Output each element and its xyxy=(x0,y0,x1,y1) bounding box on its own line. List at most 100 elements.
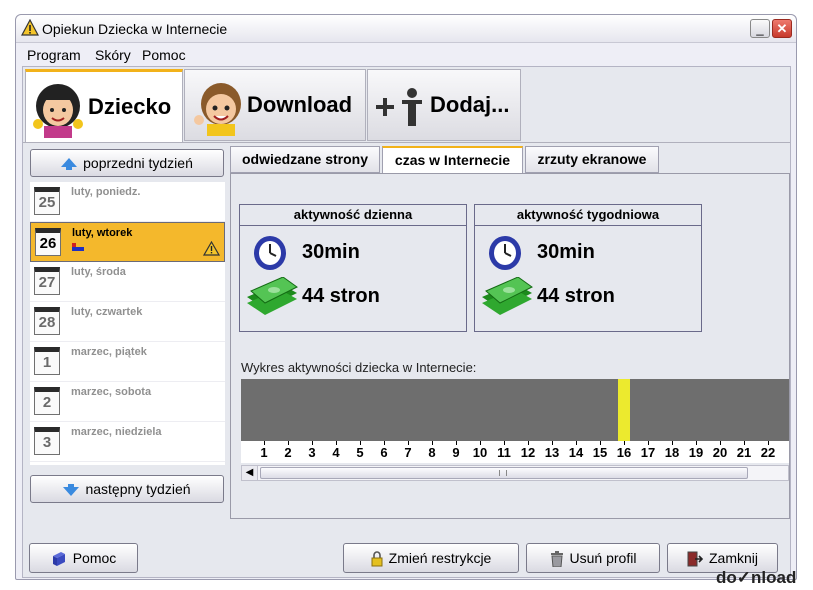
axis-tick-label: 3 xyxy=(308,445,316,460)
calendar-icon: 3 xyxy=(34,427,60,455)
change-restrictions-label: Zmień restrykcje xyxy=(388,550,492,566)
profile-tab-dziecko[interactable]: Dziecko xyxy=(25,69,183,142)
axis-tick-label: 19 xyxy=(688,445,704,460)
menu-help[interactable]: Pomoc xyxy=(142,47,186,63)
chart-scrollbar[interactable]: ◀ xyxy=(241,465,789,481)
previous-week-label: poprzedni tydzień xyxy=(83,155,193,171)
help-label: Pomoc xyxy=(72,550,117,566)
axis-tick-label: 6 xyxy=(380,445,388,460)
axis-tick-label: 5 xyxy=(356,445,364,460)
book-icon xyxy=(52,552,65,567)
axis-tick-label: 10 xyxy=(472,445,488,460)
calendar-icon: 27 xyxy=(34,267,60,295)
day-label: marzec, niedziela xyxy=(71,426,162,438)
minimize-button[interactable]: _ xyxy=(750,19,770,38)
tab-divider xyxy=(23,142,790,143)
profile-tab-label: Dodaj... xyxy=(430,92,510,117)
change-restrictions-button[interactable]: Zmień restrykcje xyxy=(343,543,519,573)
arrow-up-icon xyxy=(61,158,78,171)
scroll-thumb[interactable] xyxy=(260,467,748,479)
calendar-icon: 25 xyxy=(34,187,60,215)
hour-axis: 1 2 3 4 5 6 7 8 9 10 11 12 13 14 15 16 17 18 19 20 21 22 xyxy=(241,441,789,463)
profile-tab-label: Download xyxy=(247,92,353,117)
day-label: luty, poniedz. xyxy=(71,186,141,198)
list-item[interactable]: 2 marzec, sobota xyxy=(30,382,225,422)
tab-screenshots[interactable]: zrzuty ekranowe xyxy=(525,146,659,173)
main-content: Dziecko Download Dodaj... poprzedni tydz… xyxy=(22,66,791,578)
day-label: marzec, sobota xyxy=(71,386,152,398)
menu-skins[interactable]: Skóry xyxy=(95,47,131,63)
weekly-activity-box: aktywność tygodniowa 30min 44 stron xyxy=(474,204,702,332)
clock-icon xyxy=(254,236,286,270)
add-profile-tab[interactable]: Dodaj... xyxy=(367,69,521,141)
menu-bar: Program Skóry Pomoc xyxy=(16,44,796,66)
calendar-icon: 28 xyxy=(34,307,60,335)
daily-pages-value: 44 stron xyxy=(302,285,380,307)
activity-chart xyxy=(241,379,789,441)
trash-icon xyxy=(550,551,563,568)
axis-tick-label: 18 xyxy=(664,445,680,460)
axis-tick-label: 16 xyxy=(616,445,632,460)
money-icon xyxy=(247,277,298,315)
profile-tab-download[interactable]: Download xyxy=(184,69,366,141)
list-item[interactable]: 25 luty, poniedz. xyxy=(30,182,225,222)
list-item[interactable]: 27 luty, środa xyxy=(30,262,225,302)
warning-app-icon xyxy=(21,19,39,36)
axis-tick-label: 22 xyxy=(760,445,776,460)
weekly-pages-value: 44 stron xyxy=(537,285,615,307)
money-icon xyxy=(482,277,533,315)
list-item[interactable]: 28 luty, czwartek xyxy=(30,302,225,342)
axis-tick-label: 20 xyxy=(712,445,728,460)
axis-tick-label: 13 xyxy=(544,445,560,460)
axis-tick-label: 4 xyxy=(332,445,340,460)
axis-tick-label: 14 xyxy=(568,445,584,460)
delete-profile-label: Usuń profil xyxy=(569,550,637,566)
day-label: luty, czwartek xyxy=(71,306,143,318)
previous-week-button[interactable]: poprzedni tydzień xyxy=(30,149,224,177)
close-window-button[interactable]: ✕ xyxy=(772,19,792,38)
help-button[interactable]: Pomoc xyxy=(29,543,138,573)
clock-icon xyxy=(489,236,521,270)
scroll-grip-icon xyxy=(499,470,507,476)
title-bar: Opiekun Dziecka w Internecie _ ✕ xyxy=(16,15,796,43)
tab-visited-pages[interactable]: odwiedzane strony xyxy=(230,146,380,173)
list-item[interactable]: 1 marzec, piątek xyxy=(30,342,225,382)
daily-activity-title: aktywność dzienna xyxy=(240,205,466,226)
usage-indicator-icon xyxy=(72,243,84,251)
day-label: luty, wtorek xyxy=(72,227,133,239)
child-boy-icon xyxy=(194,83,241,136)
add-person-icon xyxy=(376,88,422,126)
weekly-time-value: 30min xyxy=(537,241,595,263)
weekly-activity-title: aktywność tygodniowa xyxy=(475,205,701,226)
download-watermark: do✓nload xyxy=(716,568,797,587)
day-label: luty, środa xyxy=(71,266,126,278)
axis-tick-label: 17 xyxy=(640,445,656,460)
axis-tick-label: 21 xyxy=(736,445,752,460)
axis-tick-label: 8 xyxy=(428,445,436,460)
list-item-selected[interactable]: 26 luty, wtorek xyxy=(30,222,225,262)
profile-tab-label: Dziecko xyxy=(88,94,172,119)
lock-icon xyxy=(371,551,383,567)
next-week-button[interactable]: następny tydzień xyxy=(30,475,224,503)
axis-tick-label: 9 xyxy=(452,445,460,460)
exit-door-icon xyxy=(687,551,703,567)
delete-profile-button[interactable]: Usuń profil xyxy=(526,543,660,573)
calendar-icon: 1 xyxy=(34,347,60,375)
close-label: Zamknij xyxy=(708,550,758,566)
axis-tick-label: 11 xyxy=(497,445,511,460)
window-title: Opiekun Dziecka w Internecie xyxy=(42,21,228,37)
axis-tick-label: 2 xyxy=(284,445,292,460)
next-week-label: następny tydzień xyxy=(85,481,191,497)
calendar-icon: 26 xyxy=(35,228,61,256)
menu-program[interactable]: Program xyxy=(27,47,81,63)
tab-internet-time[interactable]: czas w Internecie xyxy=(382,146,523,174)
daily-time-value: 30min xyxy=(302,241,360,263)
day-list: 25 luty, poniedz. 26 luty, wtorek 27 lut… xyxy=(30,182,225,465)
scroll-left-button[interactable]: ◀ xyxy=(242,466,258,480)
calendar-icon: 2 xyxy=(34,387,60,415)
list-item[interactable]: 3 marzec, niedziela xyxy=(30,422,225,462)
day-label: marzec, piątek xyxy=(71,346,147,358)
axis-tick-label: 12 xyxy=(520,445,536,460)
daily-activity-box: aktywność dzienna 30min 44 stron xyxy=(239,204,467,332)
chart-title: Wykres aktywności dziecka w Internecie: xyxy=(241,360,477,375)
